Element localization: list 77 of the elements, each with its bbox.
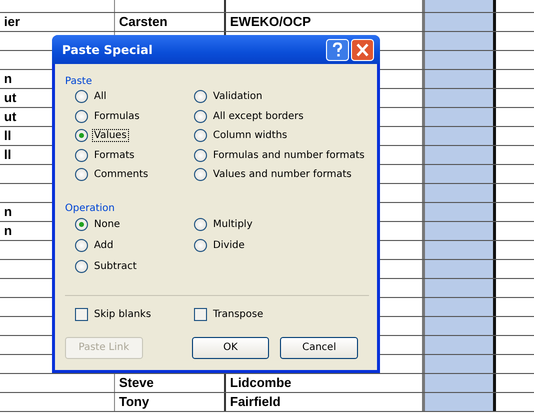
table-cell: Fairfield	[230, 394, 281, 409]
selected-cell[interactable]	[425, 298, 496, 316]
selected-cell[interactable]	[425, 165, 496, 183]
selected-cell[interactable]	[425, 108, 496, 126]
window-title: Paste Special	[62, 42, 154, 56]
table-cell: ut	[4, 90, 16, 105]
option-label: Multiply	[212, 218, 254, 230]
option-label: Formats	[93, 148, 136, 162]
selected-cell[interactable]	[425, 260, 496, 278]
group-label: Operation	[65, 202, 115, 214]
radio-button[interactable]	[194, 238, 207, 252]
radio-button[interactable]	[75, 218, 88, 230]
table-cell: ll	[4, 147, 12, 162]
table-cell: Lidcombe	[230, 375, 292, 390]
dialog-button[interactable]: OK	[192, 336, 270, 358]
selected-cell[interactable]	[425, 374, 496, 392]
selected-cell[interactable]	[425, 241, 496, 259]
checkbox[interactable]	[194, 308, 207, 320]
option-label: All except borders	[212, 110, 305, 123]
option-label: Divide	[212, 238, 246, 252]
selected-cell[interactable]	[425, 184, 496, 202]
table-cell: n	[4, 71, 12, 86]
checkbox-label: Transpose	[212, 308, 264, 320]
checkbox[interactable]	[75, 308, 88, 320]
option-label: All	[93, 90, 108, 104]
option-label: Add	[93, 238, 114, 252]
selected-cell[interactable]	[425, 146, 496, 164]
option-label: Column widths	[212, 129, 288, 142]
radio-button[interactable]	[194, 148, 207, 162]
help-icon[interactable]	[326, 38, 349, 60]
selected-cell[interactable]	[425, 89, 496, 107]
selected-cell[interactable]	[425, 51, 496, 69]
group-label: Paste	[65, 76, 92, 87]
radio-button[interactable]	[75, 148, 88, 162]
selected-cell[interactable]	[425, 355, 496, 373]
option-label: Values	[92, 129, 129, 142]
selected-cell[interactable]	[425, 203, 496, 221]
selected-cell[interactable]	[425, 317, 496, 335]
radio-button[interactable]	[194, 168, 207, 182]
table-cell: Carsten	[119, 14, 168, 29]
table-cell: ll	[4, 128, 12, 143]
option-label: Comments	[93, 168, 150, 182]
option-label: None	[93, 218, 122, 230]
radio-button[interactable]	[75, 129, 88, 142]
selected-cell[interactable]	[425, 279, 496, 297]
option-label: Subtract	[93, 260, 138, 272]
table-cell: Steve	[119, 375, 154, 390]
table-cell: EWEKO/OCP	[230, 14, 311, 29]
selected-cell[interactable]	[425, 222, 496, 240]
radio-button[interactable]	[75, 90, 88, 104]
radio-button[interactable]	[194, 129, 207, 142]
selected-cell[interactable]	[425, 70, 496, 88]
option-label: Values and number formats	[212, 168, 353, 182]
radio-button[interactable]	[75, 238, 88, 252]
option-label: Formulas and number formats	[212, 148, 366, 162]
selected-cell[interactable]	[425, 13, 496, 31]
selected-cell[interactable]	[425, 393, 496, 411]
option-label: Validation	[212, 90, 264, 104]
radio-button[interactable]	[75, 168, 88, 182]
radio-button[interactable]	[194, 218, 207, 230]
table-cell: ut	[4, 109, 16, 124]
table-cell: ier	[4, 14, 20, 29]
radio-button[interactable]	[194, 90, 207, 104]
table-cell: n	[4, 223, 12, 238]
radio-button[interactable]	[194, 110, 207, 123]
selected-cell[interactable]	[425, 0, 496, 12]
selected-cell[interactable]	[425, 127, 496, 145]
checkbox-label: Skip blanks	[93, 308, 152, 320]
selected-cell[interactable]	[425, 336, 496, 354]
close-icon[interactable]	[351, 38, 374, 60]
radio-button[interactable]	[75, 110, 88, 123]
table-cell: Tony	[119, 394, 150, 409]
selected-cell[interactable]	[425, 32, 496, 50]
option-label: Formulas	[93, 110, 141, 123]
dialog-button[interactable]: Cancel	[280, 336, 358, 358]
table-cell: n	[4, 204, 12, 219]
radio-button[interactable]	[75, 260, 88, 272]
